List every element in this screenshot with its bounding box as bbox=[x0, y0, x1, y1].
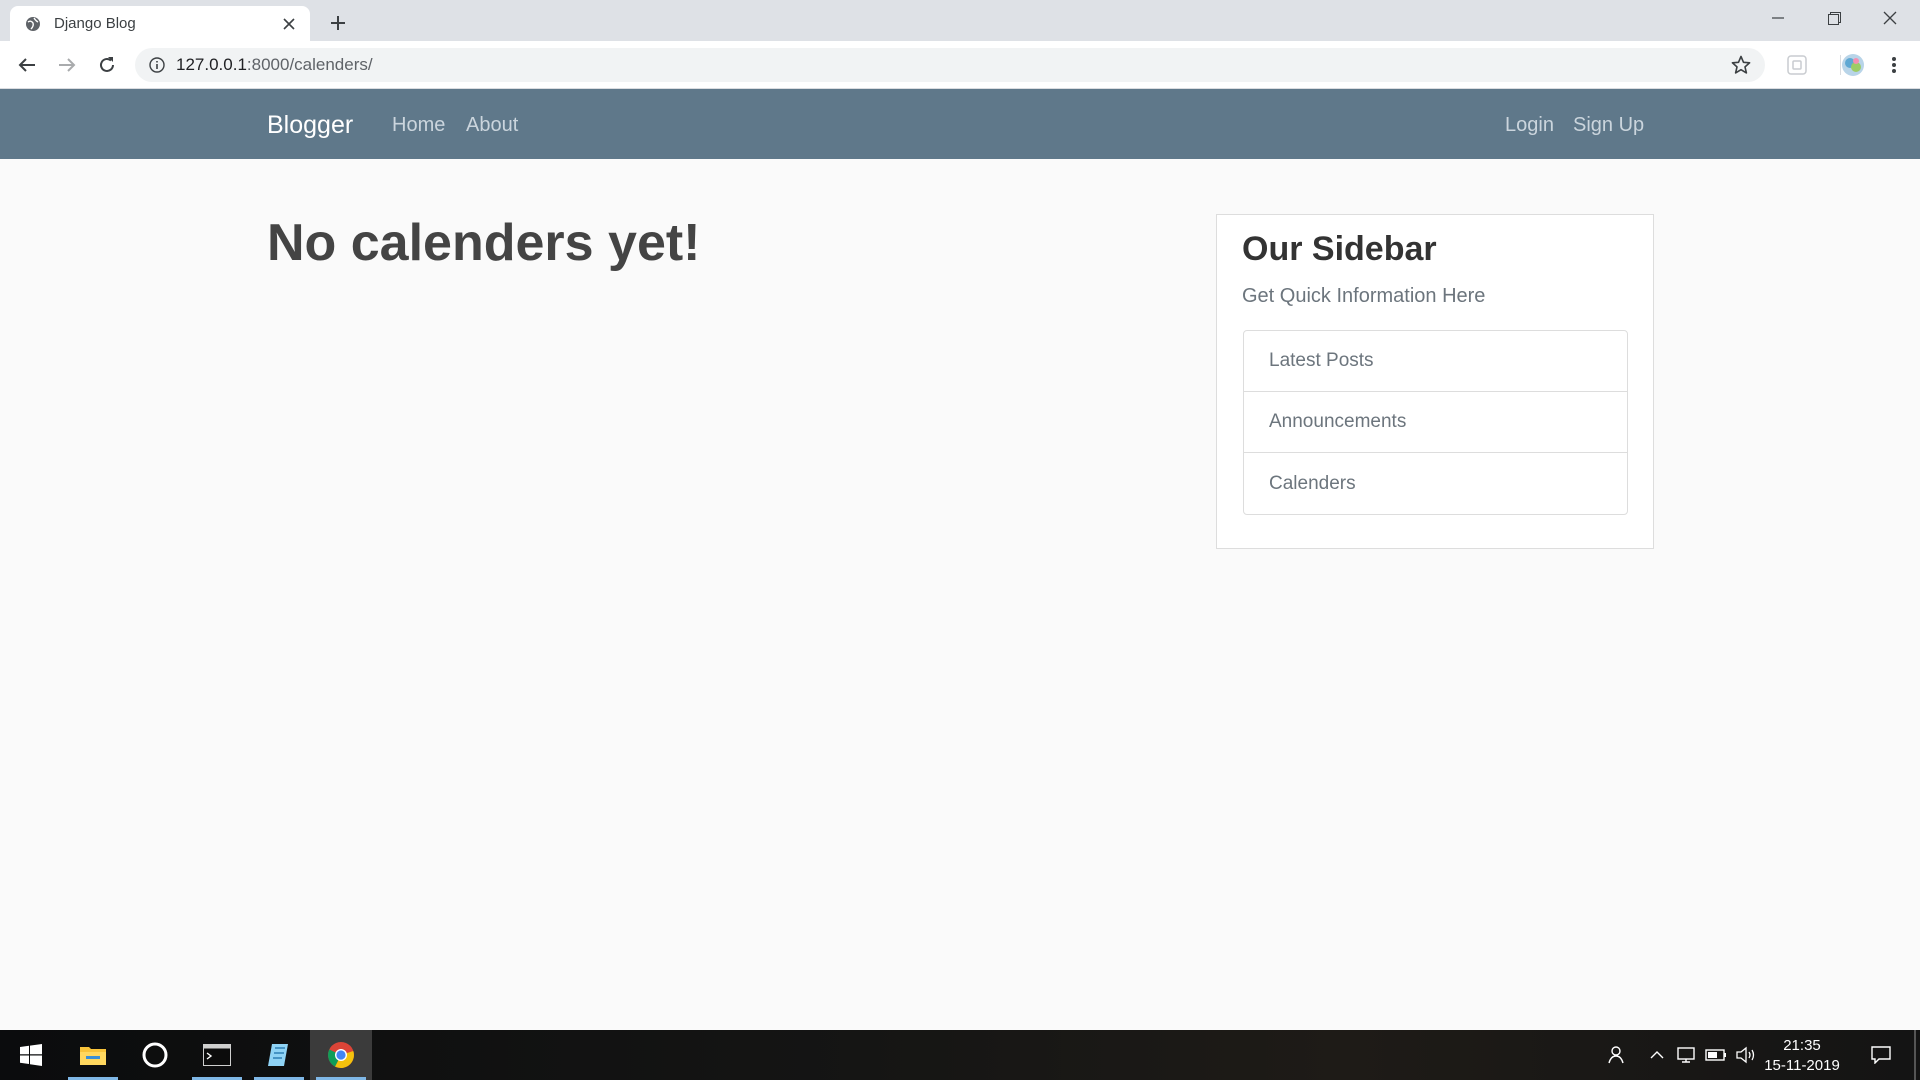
nav-signup-link[interactable]: Sign Up bbox=[1573, 114, 1644, 137]
new-tab-button[interactable] bbox=[324, 9, 352, 37]
reload-icon[interactable] bbox=[91, 49, 123, 81]
notes-icon[interactable] bbox=[248, 1030, 310, 1080]
sidebar-subtitle: Get Quick Information Here bbox=[1242, 285, 1486, 307]
close-tab-icon[interactable] bbox=[278, 13, 300, 35]
cortana-icon[interactable] bbox=[124, 1030, 186, 1080]
start-icon[interactable] bbox=[0, 1030, 62, 1080]
sidebar-item-announcements[interactable]: Announcements bbox=[1244, 392, 1627, 453]
nav-login-link[interactable]: Login bbox=[1505, 114, 1554, 137]
notification-center-icon[interactable] bbox=[1864, 1030, 1898, 1080]
sidebar-list: Latest Posts Announcements Calenders bbox=[1243, 330, 1628, 515]
chrome-icon[interactable] bbox=[310, 1030, 372, 1080]
profile-avatar-icon[interactable] bbox=[1840, 52, 1866, 78]
show-desktop-button[interactable] bbox=[1914, 1030, 1916, 1080]
tab-title: Django Blog bbox=[54, 15, 136, 32]
back-icon[interactable] bbox=[11, 49, 43, 81]
restore-icon[interactable] bbox=[1806, 0, 1862, 36]
info-icon[interactable] bbox=[148, 56, 166, 74]
sidebar-card: Our Sidebar Get Quick Information Here L… bbox=[1216, 214, 1654, 549]
terminal-icon[interactable] bbox=[186, 1030, 248, 1080]
tab-strip: Django Blog bbox=[0, 0, 1920, 41]
extension-icon[interactable] bbox=[1784, 52, 1810, 78]
browser-tab[interactable]: Django Blog bbox=[10, 6, 310, 41]
file-explorer-icon[interactable] bbox=[62, 1030, 124, 1080]
bookmark-star-icon[interactable] bbox=[1729, 53, 1753, 77]
sidebar-item-latest-posts[interactable]: Latest Posts bbox=[1244, 331, 1627, 392]
people-icon[interactable] bbox=[1600, 1030, 1630, 1080]
taskbar-clock[interactable]: 21:35 15-11-2019 bbox=[1760, 1036, 1844, 1076]
browser-toolbar: 127.0.0.1:8000/calenders/ bbox=[0, 41, 1920, 89]
browser-menu-icon[interactable] bbox=[1881, 52, 1907, 78]
clock-date: 15-11-2019 bbox=[1764, 1057, 1840, 1074]
window-close-icon[interactable] bbox=[1862, 0, 1918, 36]
clock-time: 21:35 bbox=[1783, 1037, 1821, 1054]
url-host: 127.0.0.1 bbox=[176, 55, 247, 74]
battery-icon[interactable] bbox=[1704, 1030, 1728, 1080]
page-heading: No calenders yet! bbox=[267, 214, 701, 272]
chevron-up-icon[interactable] bbox=[1646, 1030, 1668, 1080]
nav-about-link[interactable]: About bbox=[466, 114, 518, 137]
network-icon[interactable] bbox=[1674, 1030, 1698, 1080]
nav-home-link[interactable]: Home bbox=[392, 114, 445, 137]
globe-icon bbox=[24, 15, 42, 33]
url-path: :8000/calenders/ bbox=[246, 55, 373, 74]
minimize-icon[interactable] bbox=[1750, 0, 1806, 36]
sidebar-title: Our Sidebar bbox=[1242, 230, 1437, 268]
address-bar[interactable]: 127.0.0.1:8000/calenders/ bbox=[135, 48, 1765, 82]
forward-icon[interactable] bbox=[51, 49, 83, 81]
windows-taskbar: 21:35 15-11-2019 bbox=[0, 1030, 1920, 1080]
volume-icon[interactable] bbox=[1734, 1030, 1758, 1080]
sidebar-item-calenders[interactable]: Calenders bbox=[1244, 453, 1627, 514]
site-navbar: Blogger Home About Login Sign Up bbox=[0, 89, 1920, 159]
brand-link[interactable]: Blogger bbox=[267, 111, 353, 140]
url-text[interactable]: 127.0.0.1:8000/calenders/ bbox=[176, 55, 1729, 75]
